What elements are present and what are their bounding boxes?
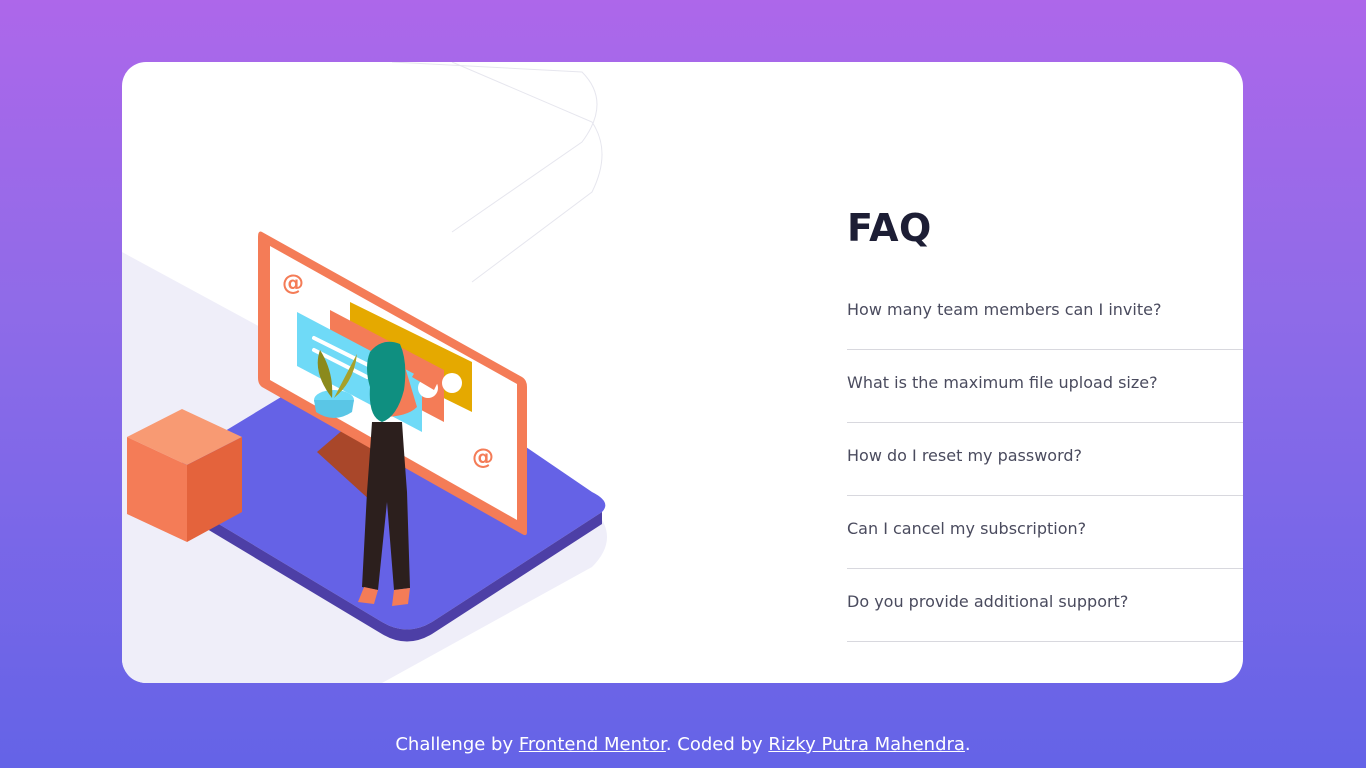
faq-question-button[interactable]: How do I reset my password? xyxy=(847,443,1237,469)
footer-prefix: Challenge by xyxy=(395,734,519,755)
svg-text:@: @ xyxy=(282,271,304,296)
faq-title: FAQ xyxy=(847,206,932,250)
faq-question-button[interactable]: How many team members can I invite? xyxy=(847,297,1237,323)
faq-question-button[interactable]: Can I cancel my subscription? xyxy=(847,516,1237,542)
faq-card: @ @ @ FAQ How many team members can I in… xyxy=(122,62,1243,683)
faq-question-text: How do I reset my password? xyxy=(847,446,1083,465)
frontend-mentor-link[interactable]: Frontend Mentor xyxy=(519,734,666,755)
woman-online-illustration: @ @ @ xyxy=(122,231,606,642)
footer-suffix: . xyxy=(964,734,971,755)
faq-section: FAQ How many team members can I invite? … xyxy=(847,207,1243,642)
faq-question-text: What is the maximum file upload size? xyxy=(847,373,1158,392)
faq-item: Do you provide additional support? xyxy=(847,569,1243,642)
faq-item: How many team members can I invite? xyxy=(847,277,1243,350)
faq-item: Can I cancel my subscription? xyxy=(847,496,1243,569)
faq-question-text: Can I cancel my subscription? xyxy=(847,519,1087,538)
footer-middle: . Coded by xyxy=(665,734,769,755)
faq-item: How do I reset my password? xyxy=(847,423,1243,496)
attribution-footer: Challenge by Frontend Mentor. Coded by R… xyxy=(0,732,1366,758)
svg-text:@: @ xyxy=(472,445,494,470)
faq-question-text: How many team members can I invite? xyxy=(847,300,1162,319)
faq-question-button[interactable]: What is the maximum file upload size? xyxy=(847,370,1237,396)
author-link[interactable]: Rizky Putra Mahendra xyxy=(768,734,965,755)
faq-item: What is the maximum file upload size? xyxy=(847,350,1243,423)
faq-question-button[interactable]: Do you provide additional support? xyxy=(847,589,1237,615)
faq-question-text: Do you provide additional support? xyxy=(847,592,1129,611)
